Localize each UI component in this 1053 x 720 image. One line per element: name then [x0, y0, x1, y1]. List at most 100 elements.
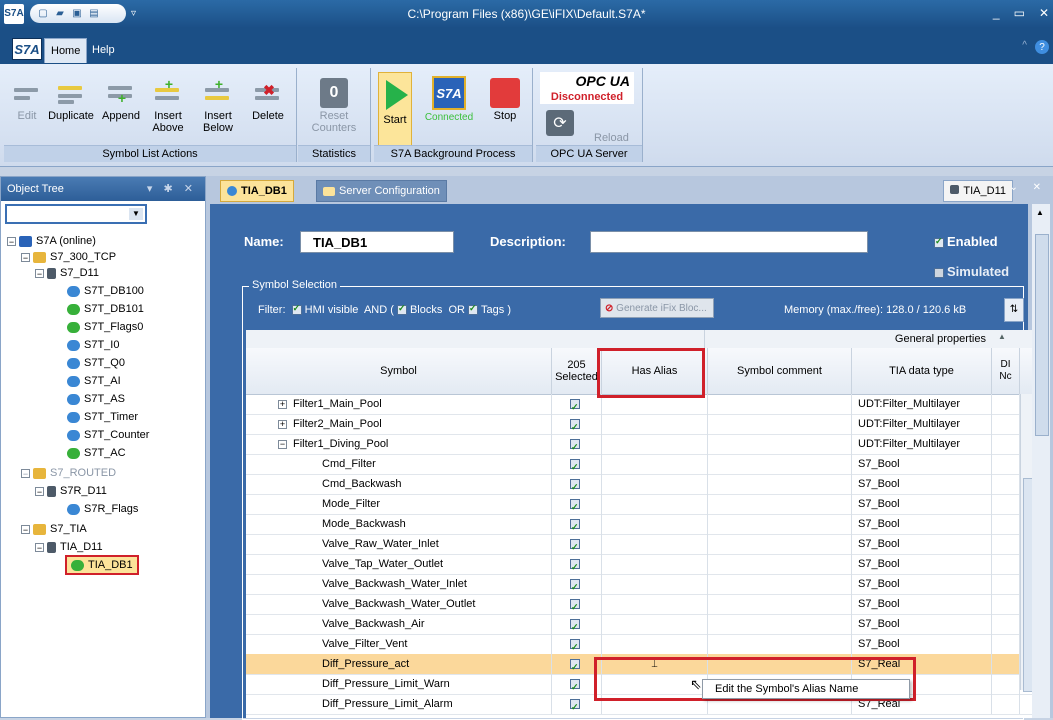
scroll-thumb[interactable] [1035, 234, 1049, 436]
name-input[interactable]: TIA_DB1 [300, 231, 454, 253]
has-alias-cell[interactable] [602, 434, 708, 454]
check-icon[interactable] [570, 557, 580, 574]
symbol-cell[interactable]: Valve_Tap_Water_Outlet [246, 554, 552, 574]
tree-node-r-flags[interactable]: S7R_Flags [67, 501, 138, 517]
check-icon[interactable] [570, 617, 580, 634]
has-alias-cell[interactable] [602, 514, 708, 534]
symbol-comment-cell[interactable] [708, 514, 852, 534]
duplicate-button[interactable]: Duplicate [46, 70, 96, 144]
symbol-cell[interactable]: Mode_Backwash [246, 514, 552, 534]
tab-controls-icon[interactable]: ⌄ ✕ [1009, 182, 1047, 193]
tab-home[interactable]: Home [44, 38, 88, 63]
has-alias-cell[interactable] [602, 414, 708, 434]
symbol-cell[interactable]: Diff_Pressure_Limit_Alarm [246, 694, 552, 714]
selected-cell[interactable] [552, 554, 602, 574]
symbol-cell[interactable]: Valve_Backwash_Air [246, 614, 552, 634]
generate-ifix-blocks-button[interactable]: ⊘ Generate iFix Bloc... [600, 298, 714, 318]
maximize-button[interactable]: ▭ [1014, 6, 1025, 20]
minimize-button[interactable]: _ [993, 6, 1000, 20]
has-alias-cell[interactable] [602, 634, 708, 654]
tree-node-tia-d11[interactable]: − TIA_D11 [35, 539, 103, 555]
edit-button[interactable]: Edit [6, 70, 48, 144]
symbol-cell[interactable]: Mode_Filter [246, 494, 552, 514]
selected-cell[interactable] [552, 474, 602, 494]
table-row[interactable]: Mode_Backwash S7_Bool [246, 514, 1034, 535]
insert-below-button[interactable]: + Insert Below [196, 70, 240, 144]
symbol-comment-cell[interactable] [708, 574, 852, 594]
close-button[interactable]: ✕ [1039, 6, 1049, 20]
check-icon[interactable] [570, 597, 580, 614]
reload-button[interactable]: Reload [594, 132, 629, 144]
table-row[interactable]: Valve_Backwash_Air S7_Bool [246, 614, 1034, 635]
reload-icon[interactable]: ⟳ [546, 110, 574, 136]
symbol-cell[interactable]: + Filter1_Main_Pool [246, 394, 552, 414]
table-row[interactable]: Valve_Backwash_Water_Inlet S7_Bool [246, 574, 1034, 595]
tree-node-d11[interactable]: − S7_D11 [35, 265, 99, 281]
symbol-comment-cell[interactable] [708, 494, 852, 514]
delete-button[interactable]: ✖ Delete [246, 70, 290, 144]
has-alias-cell[interactable] [602, 554, 708, 574]
check-icon[interactable] [570, 477, 580, 494]
table-row[interactable]: + Filter2_Main_Pool UDT:Filter_Multilayer [246, 414, 1034, 435]
header-tia-data-type[interactable]: TIA data type [852, 348, 992, 394]
symbol-cell[interactable]: Cmd_Backwash [246, 474, 552, 494]
table-row[interactable]: −Filter1_Diving_Pool UDT:Filter_Multilaye… [246, 434, 1034, 455]
selected-cell[interactable] [552, 434, 602, 454]
symbol-comment-cell[interactable] [708, 454, 852, 474]
table-row[interactable]: Valve_Filter_Vent S7_Bool [246, 634, 1034, 655]
stop-button[interactable]: Stop [484, 70, 526, 144]
selected-cell[interactable] [552, 414, 602, 434]
tree-node-i0[interactable]: S7T_I0 [67, 337, 119, 353]
description-input[interactable] [590, 231, 868, 253]
selected-cell[interactable] [552, 514, 602, 534]
selected-cell[interactable] [552, 494, 602, 514]
selected-cell[interactable] [552, 574, 602, 594]
selected-cell[interactable] [552, 394, 602, 414]
header-extra[interactable]: DI Nc [992, 348, 1020, 394]
append-button[interactable]: + Append [98, 70, 144, 144]
check-icon[interactable] [570, 697, 580, 714]
symbol-comment-cell[interactable] [708, 394, 852, 414]
symbol-comment-cell[interactable] [708, 474, 852, 494]
tree-node-as[interactable]: S7T_AS [67, 391, 125, 407]
scroll-up-icon[interactable]: ▲ [1036, 208, 1044, 217]
has-alias-cell[interactable] [602, 534, 708, 554]
check-icon[interactable] [570, 657, 580, 674]
tags-checkbox[interactable]: Tags ) [468, 303, 511, 316]
has-alias-cell[interactable] [602, 454, 708, 474]
header-selected[interactable]: 205 Selected [552, 348, 602, 394]
s7a-logo[interactable]: S7A [12, 38, 42, 60]
symbol-cell[interactable]: Valve_Backwash_Water_Inlet [246, 574, 552, 594]
check-icon[interactable] [570, 457, 580, 474]
symbol-cell[interactable]: Valve_Filter_Vent [246, 634, 552, 654]
has-alias-cell[interactable] [602, 494, 708, 514]
enabled-checkbox[interactable]: Enabled [934, 234, 998, 249]
sort-button[interactable]: ⇅ [1004, 298, 1024, 322]
help-icon[interactable]: ? [1035, 40, 1049, 54]
context-menu-edit-alias[interactable]: Edit the Symbol's Alias Name [702, 679, 910, 699]
doc-tab-server-configuration[interactable]: Server Configuration [316, 180, 447, 202]
blocks-checkbox[interactable]: Blocks [396, 303, 442, 316]
tab-help[interactable]: Help [86, 38, 121, 62]
has-alias-cell[interactable] [602, 614, 708, 634]
has-alias-cell[interactable] [602, 574, 708, 594]
tree-node-db100[interactable]: S7T_DB100 [67, 283, 144, 299]
editor-vertical-scrollbar[interactable]: ▲ [1032, 204, 1050, 718]
symbol-comment-cell[interactable] [708, 614, 852, 634]
symbol-cell[interactable]: Diff_Pressure_Limit_Warn [246, 674, 552, 694]
has-alias-cell[interactable] [602, 474, 708, 494]
tree-node-ai[interactable]: S7T_AI [67, 373, 121, 389]
tree-node-routed[interactable]: − S7_ROUTED [21, 465, 116, 481]
table-row[interactable]: Cmd_Backwash S7_Bool [246, 474, 1034, 495]
symbol-comment-cell[interactable] [708, 594, 852, 614]
insert-above-button[interactable]: + Insert Above [146, 70, 190, 144]
panel-controls-icon[interactable]: ▾ ✱ ✕ [147, 177, 197, 201]
check-icon[interactable] [570, 677, 580, 694]
symbol-cell[interactable]: − Filter1_Diving_Pool [246, 434, 552, 454]
header-symbol[interactable]: Symbol [246, 348, 552, 394]
tree-node-flags0[interactable]: S7T_Flags0 [67, 319, 143, 335]
table-row[interactable]: Valve_Tap_Water_Outlet S7_Bool [246, 554, 1034, 575]
selected-cell[interactable] [552, 614, 602, 634]
symbol-comment-cell[interactable] [708, 634, 852, 654]
table-row[interactable]: Mode_Filter S7_Bool [246, 494, 1034, 515]
